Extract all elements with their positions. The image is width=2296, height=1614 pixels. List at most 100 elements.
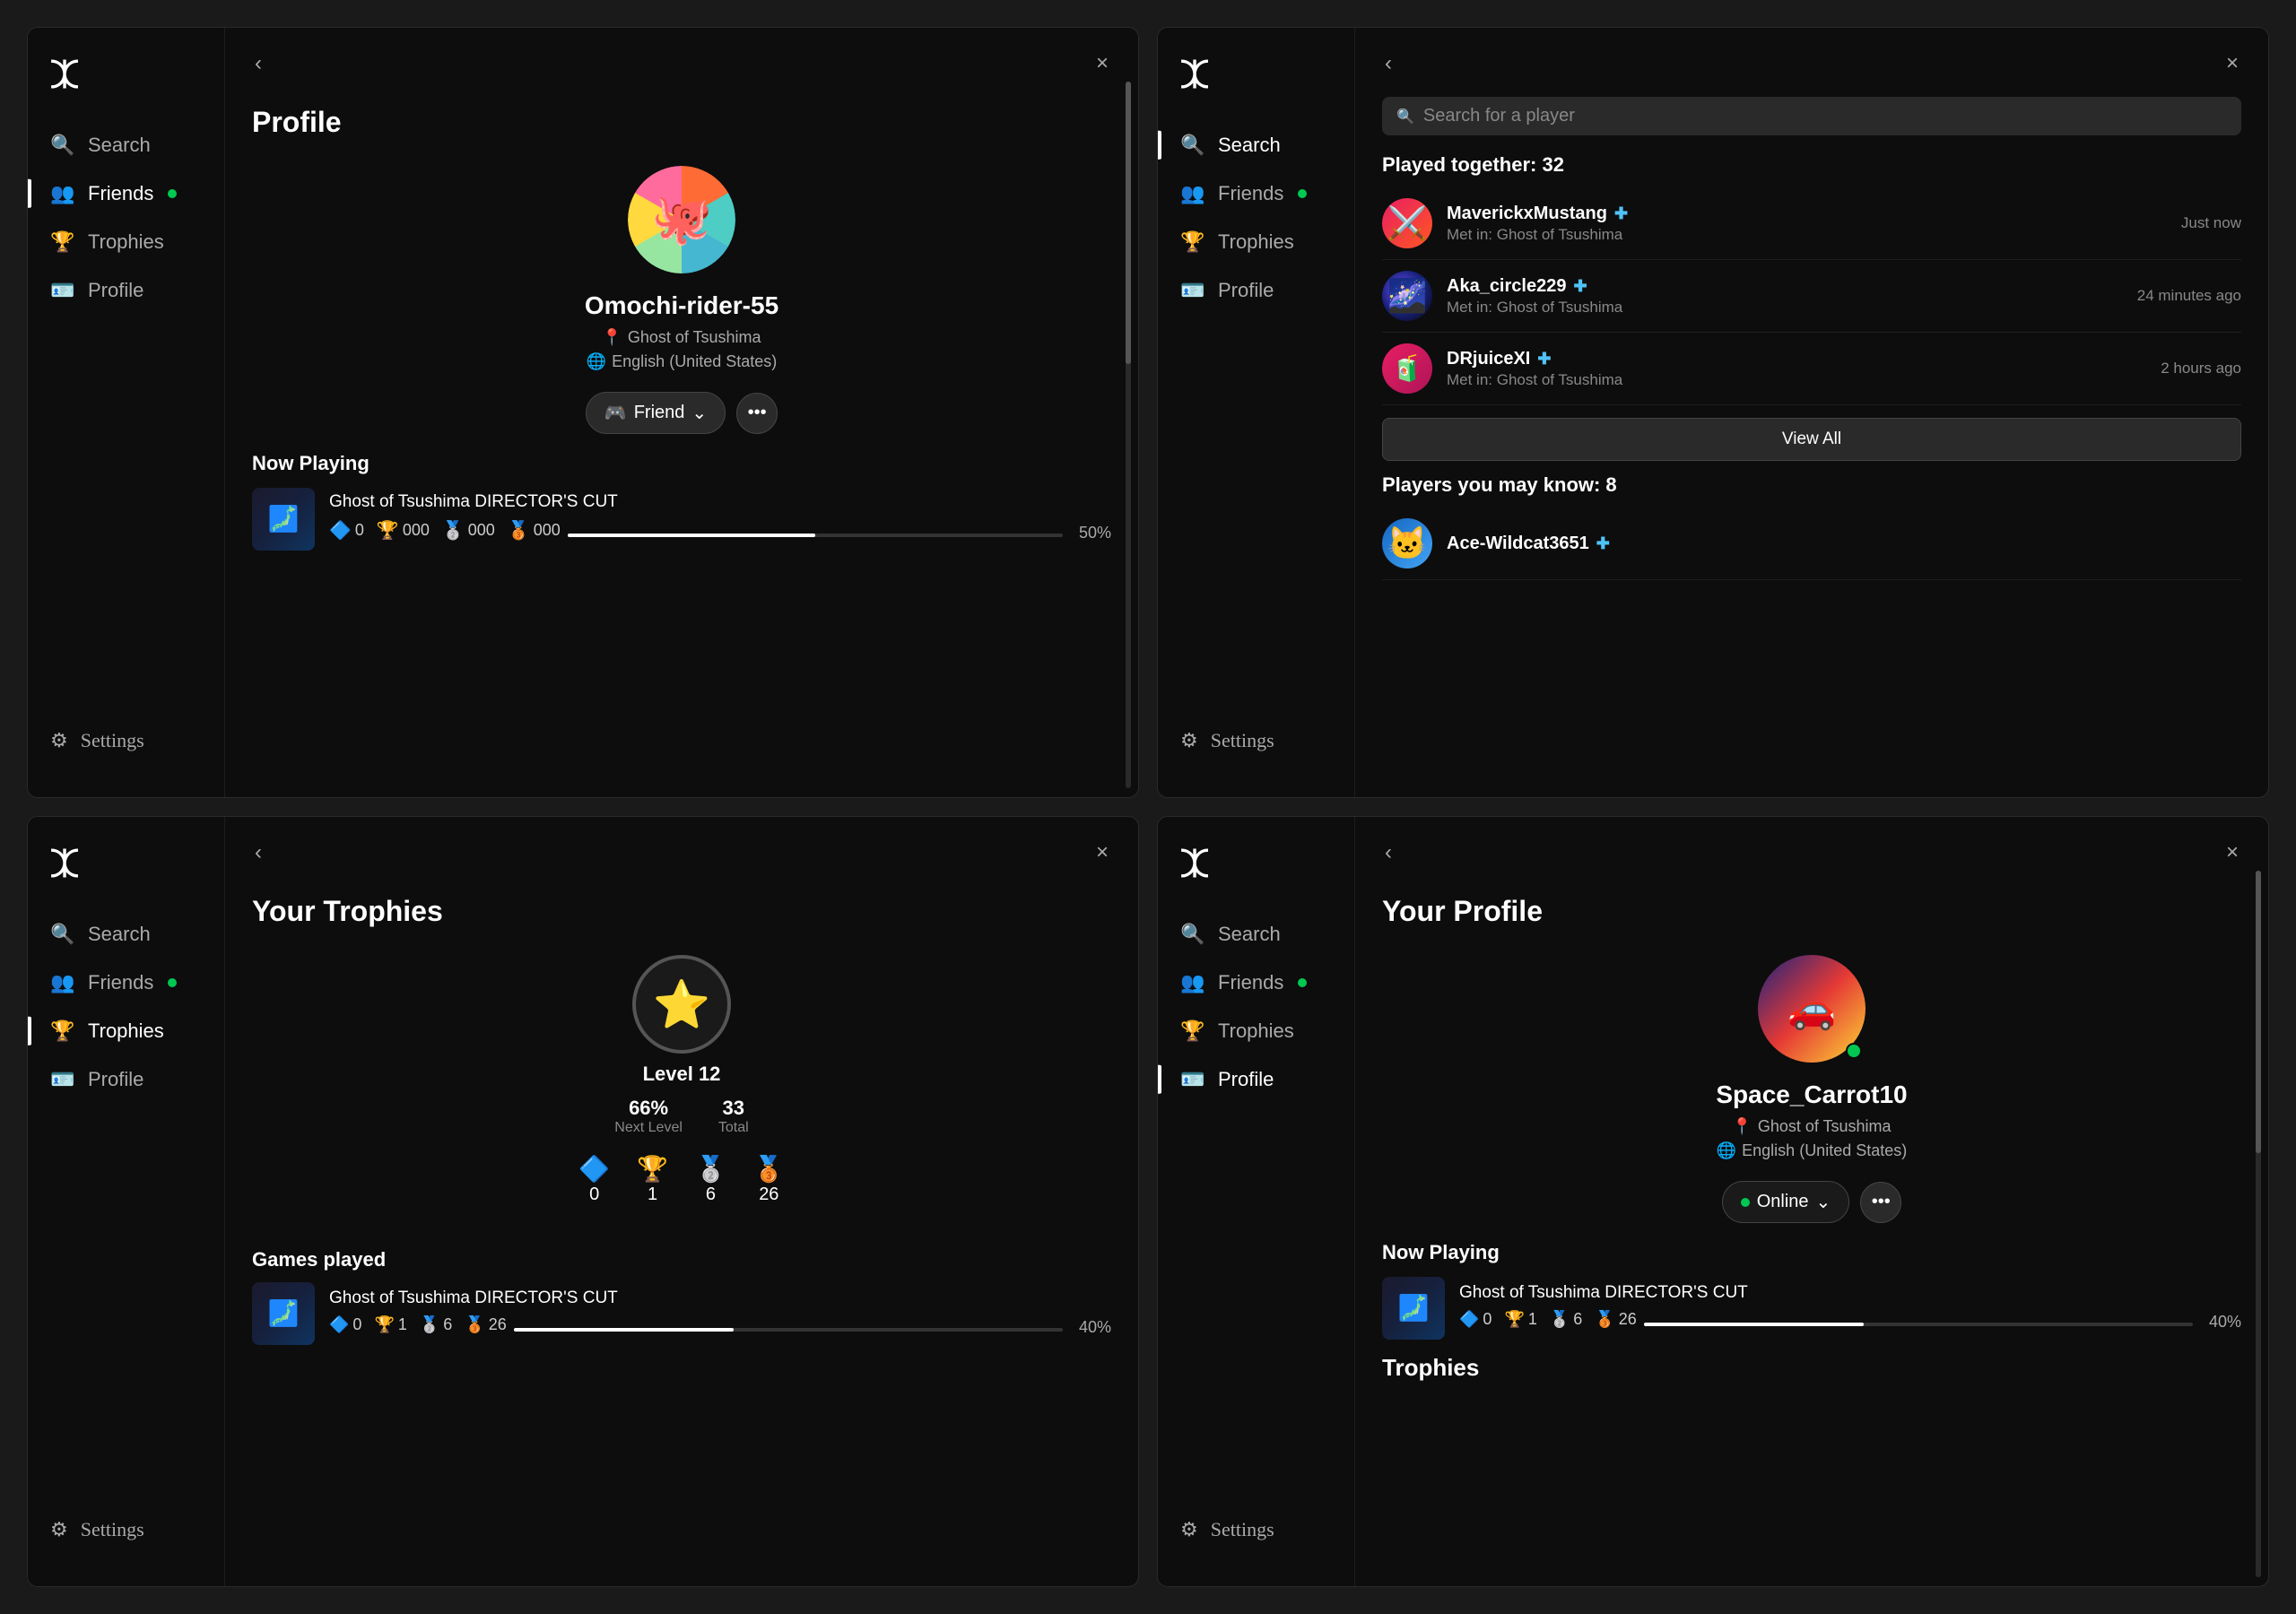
progress-bar: [568, 534, 815, 537]
game-bronze: 🥉 26: [465, 1315, 506, 1334]
silver-count: 🥈 6: [695, 1154, 726, 1205]
sidebar-item-profile-3[interactable]: 🪪 Profile: [28, 1055, 224, 1104]
sidebar-settings-4[interactable]: ⚙ Settings: [1158, 1500, 1354, 1559]
player-info-0: MaverickxMustang ✚ Met in: Ghost of Tsus…: [1447, 204, 2167, 244]
now-playing-title-2: Now Playing: [1382, 1241, 2241, 1264]
scrollbar-track-2[interactable]: [2256, 871, 2261, 1577]
platinum-icon: 🔷: [329, 519, 352, 542]
player-name-2: DRjuiceXI ✚: [1447, 349, 2146, 369]
panel-topbar-trophies: ‹ ×: [225, 817, 1138, 877]
sidebar-item-search[interactable]: 🔍 Search: [28, 121, 224, 169]
location-icon: 📍: [602, 328, 622, 347]
sidebar-label-friends-4: Friends: [1218, 971, 1283, 994]
online-status-button[interactable]: Online ⌄: [1722, 1181, 1850, 1223]
player-row-may-know: 🐱 Ace-Wildcat3651 ✚: [1382, 508, 2241, 580]
close-button-3[interactable]: ×: [1089, 833, 1116, 872]
sidebar-item-trophies-4[interactable]: 🏆 Trophies: [1158, 1007, 1354, 1055]
level-text: Level 12: [643, 1063, 721, 1086]
platinum-count: 🔷 0: [578, 1154, 610, 1205]
now-playing-title: Now Playing: [252, 452, 1111, 475]
sidebar-label-friends-2: Friends: [1218, 182, 1283, 205]
main-content-your-profile: ‹ × Your Profile 🚗 Space_Carrot10 📍 Ghos…: [1355, 817, 2268, 1586]
trophies-icon-4: 🏆: [1180, 1020, 1205, 1043]
your-progress-bar: [1644, 1323, 1864, 1326]
settings-icon: ⚙: [50, 729, 68, 752]
total-label: Total: [718, 1120, 749, 1136]
sidebar-item-search-2[interactable]: 🔍 Search: [1158, 121, 1354, 169]
sidebar-item-friends-4[interactable]: 👥 Friends: [1158, 959, 1354, 1007]
gold-icon: 🏆: [377, 519, 399, 542]
player-avatar-img-may-know: 🐱: [1382, 518, 1432, 568]
sidebar-item-profile[interactable]: 🪪 Profile: [28, 266, 224, 315]
sidebar-nav-your-profile: 🔍 Search 👥 Friends 🏆 Trophies 🪪 Profile: [1158, 910, 1354, 1500]
next-level-value: 66%: [614, 1097, 683, 1120]
friends-online-dot-4: [1298, 978, 1307, 987]
sidebar-label-search-2: Search: [1218, 134, 1281, 157]
sidebar-settings-2[interactable]: ⚙ Settings: [1158, 711, 1354, 770]
total-value: 33: [718, 1097, 749, 1120]
more-button-2[interactable]: •••: [1860, 1182, 1901, 1223]
panel-topbar-friends: ‹ ×: [1355, 28, 2268, 88]
close-button-2[interactable]: ×: [2219, 44, 2246, 83]
bronze-icon: 🥉: [508, 519, 530, 542]
search-icon-3: 🔍: [50, 923, 75, 946]
close-button-4[interactable]: ×: [2219, 833, 2246, 872]
sidebar-item-search-3[interactable]: 🔍 Search: [28, 910, 224, 959]
game-silver: 🥈 6: [420, 1315, 452, 1334]
view-all-button[interactable]: View All: [1382, 418, 2241, 461]
close-button[interactable]: ×: [1089, 44, 1116, 83]
friends-online-dot-2: [1298, 189, 1307, 198]
player-time-1: 24 minutes ago: [2137, 287, 2241, 305]
sidebar-label-trophies-4: Trophies: [1218, 1020, 1294, 1043]
progress-bar-container: [568, 534, 1063, 537]
player-info-1: Aka_circle229 ✚ Met in: Ghost of Tsushim…: [1447, 276, 2123, 317]
sidebar-item-trophies[interactable]: 🏆 Trophies: [28, 218, 224, 266]
sidebar-item-profile-4[interactable]: 🪪 Profile: [1158, 1055, 1354, 1104]
sidebar-settings[interactable]: ⚙ Settings: [28, 711, 224, 770]
scrollbar-thumb-2[interactable]: [2256, 871, 2261, 1153]
sidebar-item-friends[interactable]: 👥 Friends: [28, 169, 224, 218]
bronze-count: 🥉 26: [753, 1154, 785, 1205]
back-button[interactable]: ‹: [248, 44, 269, 83]
player-avatar-img-1: 🌌: [1382, 271, 1432, 321]
player-search-bar[interactable]: 🔍: [1382, 97, 2241, 135]
sidebar-label-trophies-2: Trophies: [1218, 230, 1294, 254]
sidebar-item-profile-2[interactable]: 🪪 Profile: [1158, 266, 1354, 315]
profile-game: 📍 Ghost of Tsushima: [602, 328, 761, 347]
back-button-4[interactable]: ‹: [1378, 833, 1399, 872]
more-button[interactable]: •••: [736, 393, 778, 434]
back-button-3[interactable]: ‹: [248, 833, 269, 872]
player-search-input[interactable]: [1423, 106, 2227, 126]
game-silver-icon: 🥈: [420, 1315, 439, 1334]
scrollbar-track[interactable]: [1126, 82, 1131, 788]
game-gold-icon: 🏆: [374, 1315, 394, 1334]
main-content-friends: ‹ × 🔍 Played together: 32 ⚔️ MaverickxMu…: [1355, 28, 2268, 797]
sidebar-item-friends-2[interactable]: 👥 Friends: [1158, 169, 1354, 218]
location-icon-2: 📍: [1732, 1117, 1752, 1136]
ps-logo-2: ⯰: [1158, 55, 1354, 121]
sidebar-item-search-4[interactable]: 🔍 Search: [1158, 910, 1354, 959]
gold-trophy-icon: 🏆: [637, 1154, 668, 1184]
platinum-trophy: 🔷 0: [329, 519, 364, 542]
friends-icon: 👥: [50, 182, 75, 205]
content-area-your-profile: Your Profile 🚗 Space_Carrot10 📍 Ghost of…: [1355, 877, 2268, 1586]
online-status-dot: [1846, 1043, 1862, 1059]
trophies-icon: 🏆: [50, 230, 75, 254]
sidebar-label-profile-4: Profile: [1218, 1068, 1274, 1091]
sidebar-nav-profile: 🔍 Search 👥 Friends 🏆 Trophies 🪪 Profile: [28, 121, 224, 711]
friend-button[interactable]: 🎮 Friend ⌄: [586, 392, 726, 434]
sidebar-item-trophies-2[interactable]: 🏆 Trophies: [1158, 218, 1354, 266]
sidebar-settings-3[interactable]: ⚙ Settings: [28, 1500, 224, 1559]
sidebar-item-friends-3[interactable]: 👥 Friends: [28, 959, 224, 1007]
sidebar-item-trophies-3[interactable]: 🏆 Trophies: [28, 1007, 224, 1055]
language-icon-2: 🌐: [1717, 1141, 1736, 1160]
scrollbar-thumb[interactable]: [1126, 82, 1131, 364]
settings-icon-3: ⚙: [50, 1518, 68, 1541]
game-row: 🗾 Ghost of Tsushima DIRECTOR'S CUT 🔷 0 🏆: [252, 488, 1111, 551]
silver-icon: 🥈: [442, 519, 465, 542]
sidebar-friends: ⯰ 🔍 Search 👥 Friends 🏆 Trophies 🪪 Profil…: [1158, 28, 1355, 797]
player-avatar-0: ⚔️: [1382, 198, 1432, 248]
back-button-2[interactable]: ‹: [1378, 44, 1399, 83]
platinum-count-value: 0: [578, 1184, 610, 1205]
trophy-level-badge: ⭐: [632, 955, 731, 1054]
